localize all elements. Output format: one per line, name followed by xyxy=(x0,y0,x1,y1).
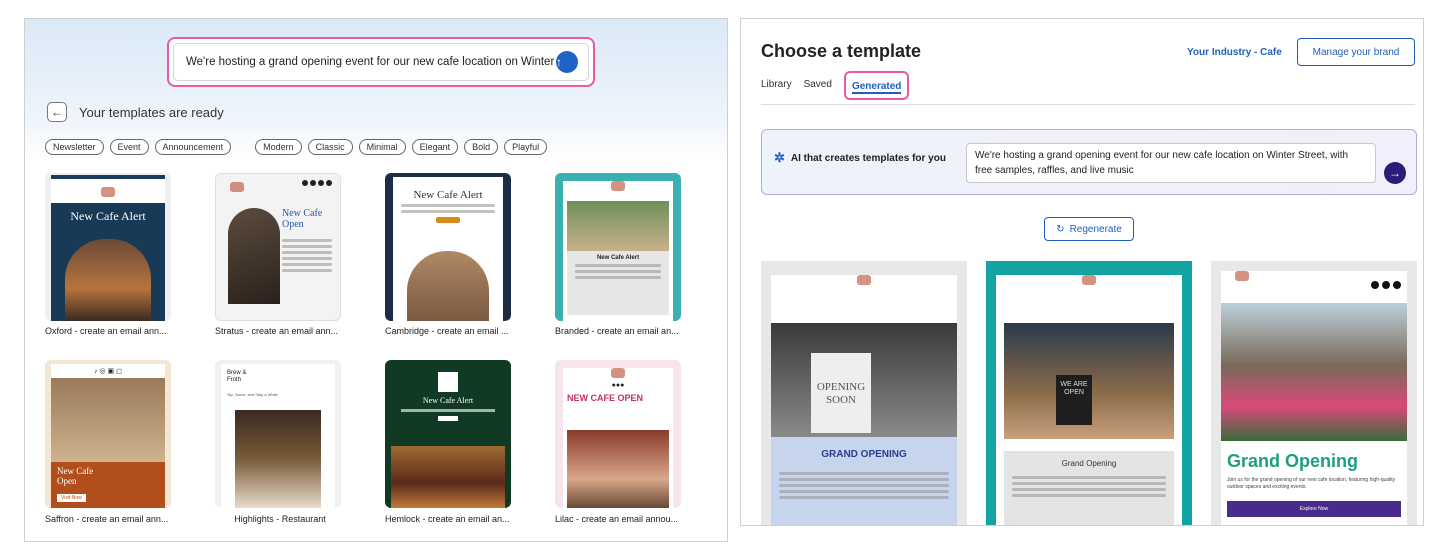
template-label[interactable]: Oxford - create an email ann... xyxy=(45,326,173,336)
card-headline: New Cafe Alert xyxy=(422,396,474,405)
tab-generated[interactable]: Generated xyxy=(843,71,910,100)
card-headline: New Cafe Alert xyxy=(70,209,146,223)
template-tabs: Library Saved Generated xyxy=(761,71,910,100)
generated-template-1[interactable]: OPENING SOON GRAND OPENING xyxy=(761,261,967,525)
tab-divider xyxy=(761,104,1415,105)
template-label[interactable]: Lilac - create an email annou... xyxy=(555,514,683,524)
chip-event[interactable]: Event xyxy=(109,139,149,155)
chip-elegant[interactable]: Elegant xyxy=(411,139,459,155)
choose-template-panel: Choose a template Your Industry - Cafe M… xyxy=(740,18,1424,526)
social-icons: ♪ ◎ ▣ ◻ xyxy=(94,368,122,375)
template-label[interactable]: Hemlock - create an email an... xyxy=(385,514,513,524)
prompt-highlight: We're hosting a grand opening event for … xyxy=(167,37,595,87)
template-card-cambridge[interactable]: New Cafe Alert xyxy=(385,173,511,321)
arrow-right-icon: → xyxy=(1389,166,1401,180)
ai-prompt-input[interactable]: We're hosting a grand opening event for … xyxy=(966,143,1376,183)
chip-separator xyxy=(237,139,249,155)
arrow-left-icon: ← xyxy=(51,105,63,119)
ai-label-row: ✲ AI that creates templates for you xyxy=(774,150,946,166)
chip-minimal[interactable]: Minimal xyxy=(358,139,406,155)
generated-sign: WE ARE OPEN xyxy=(1056,375,1092,425)
chip-classic[interactable]: Classic xyxy=(307,139,353,155)
prompt-text: We're hosting a grand opening event for … xyxy=(186,56,556,68)
card-subline: Sip, Savor, and Stay a While xyxy=(227,392,278,397)
generated-heading: Grand Opening xyxy=(1227,451,1359,471)
generated-heading: Grand Opening xyxy=(1061,459,1117,468)
manage-brand-button[interactable]: Manage your brand xyxy=(1297,38,1415,66)
ai-label: AI that creates templates for you xyxy=(790,152,946,164)
chip-playful[interactable]: Playful xyxy=(504,139,548,155)
social-icons: ●●● xyxy=(611,382,625,389)
industry-link[interactable]: Your Industry - Cafe xyxy=(1187,47,1282,58)
card-headline: New Cafe Alert xyxy=(413,189,483,201)
ai-send-button[interactable]: → xyxy=(1384,162,1406,184)
template-results-panel: We're hosting a grand opening event for … xyxy=(24,18,728,542)
social-icons xyxy=(1371,281,1401,289)
send-button[interactable]: ↑ xyxy=(556,51,578,73)
regenerate-button[interactable]: ↻ Regenerate xyxy=(1044,217,1134,241)
page-title: Choose a template xyxy=(761,41,922,61)
generated-sign: OPENING SOON xyxy=(811,353,871,433)
chip-modern[interactable]: Modern xyxy=(255,139,302,155)
regenerate-label: Regenerate xyxy=(1069,223,1122,235)
ai-generator-box: ✲ AI that creates templates for you We'r… xyxy=(761,129,1417,195)
card-headline: New Cafe Open xyxy=(57,466,94,486)
template-label[interactable]: Stratus - create an email ann... xyxy=(215,326,343,336)
template-card-highlights[interactable]: Brew & Froth Sip, Savor, and Stay a Whil… xyxy=(215,360,341,508)
arrow-up-icon: ↑ xyxy=(556,55,562,69)
template-card-branded[interactable]: New Cafe Alert xyxy=(555,173,681,321)
tab-saved[interactable]: Saved xyxy=(804,79,832,100)
refresh-icon: ↻ xyxy=(1056,223,1065,235)
template-label[interactable]: Saffron - create an email ann... xyxy=(45,514,173,524)
template-card-stratus[interactable]: New Cafe Open xyxy=(215,173,341,321)
template-card-saffron[interactable]: ♪ ◎ ▣ ◻ New Cafe Open Visit Now xyxy=(45,360,171,508)
tab-library[interactable]: Library xyxy=(761,79,792,100)
template-card-hemlock[interactable]: New Cafe Alert xyxy=(385,360,511,508)
card-headline: New Cafe Open xyxy=(282,208,323,230)
generated-cta: Explore Now xyxy=(1227,501,1401,517)
generated-template-3[interactable]: Grand Opening Join us for the grand open… xyxy=(1211,261,1417,525)
results-heading-row: ← Your templates are ready xyxy=(47,102,224,122)
template-label[interactable]: Cambridge - create an email ... xyxy=(385,326,513,336)
chip-announcement[interactable]: Announcement xyxy=(154,139,232,155)
generated-heading: GRAND OPENING xyxy=(821,449,907,460)
filter-chips: Newsletter Event Announcement Modern Cla… xyxy=(45,139,548,155)
card-headline: New Cafe Alert xyxy=(596,255,640,261)
generated-blurb: Join us for the grand opening of our new… xyxy=(1227,477,1396,490)
template-label[interactable]: Highlights - Restaurant xyxy=(215,514,345,524)
card-headline: Brew & Froth xyxy=(227,370,247,383)
chip-newsletter[interactable]: Newsletter xyxy=(45,139,104,155)
card-headline: NEW CAFE OPEN xyxy=(567,393,644,403)
prompt-input[interactable]: We're hosting a grand opening event for … xyxy=(173,43,589,81)
template-label[interactable]: Branded - create an email an... xyxy=(555,326,683,336)
template-card-oxford[interactable]: New Cafe Alert xyxy=(45,173,171,321)
results-heading: Your templates are ready xyxy=(79,104,224,120)
sparkle-icon: ✲ xyxy=(774,150,785,165)
chip-bold[interactable]: Bold xyxy=(464,139,499,155)
generated-template-2[interactable]: WE ARE OPEN Grand Opening xyxy=(986,261,1192,525)
back-button[interactable]: ← xyxy=(47,102,67,122)
card-cta: Visit Now xyxy=(57,494,86,502)
template-card-lilac[interactable]: ●●● NEW CAFE OPEN xyxy=(555,360,681,508)
